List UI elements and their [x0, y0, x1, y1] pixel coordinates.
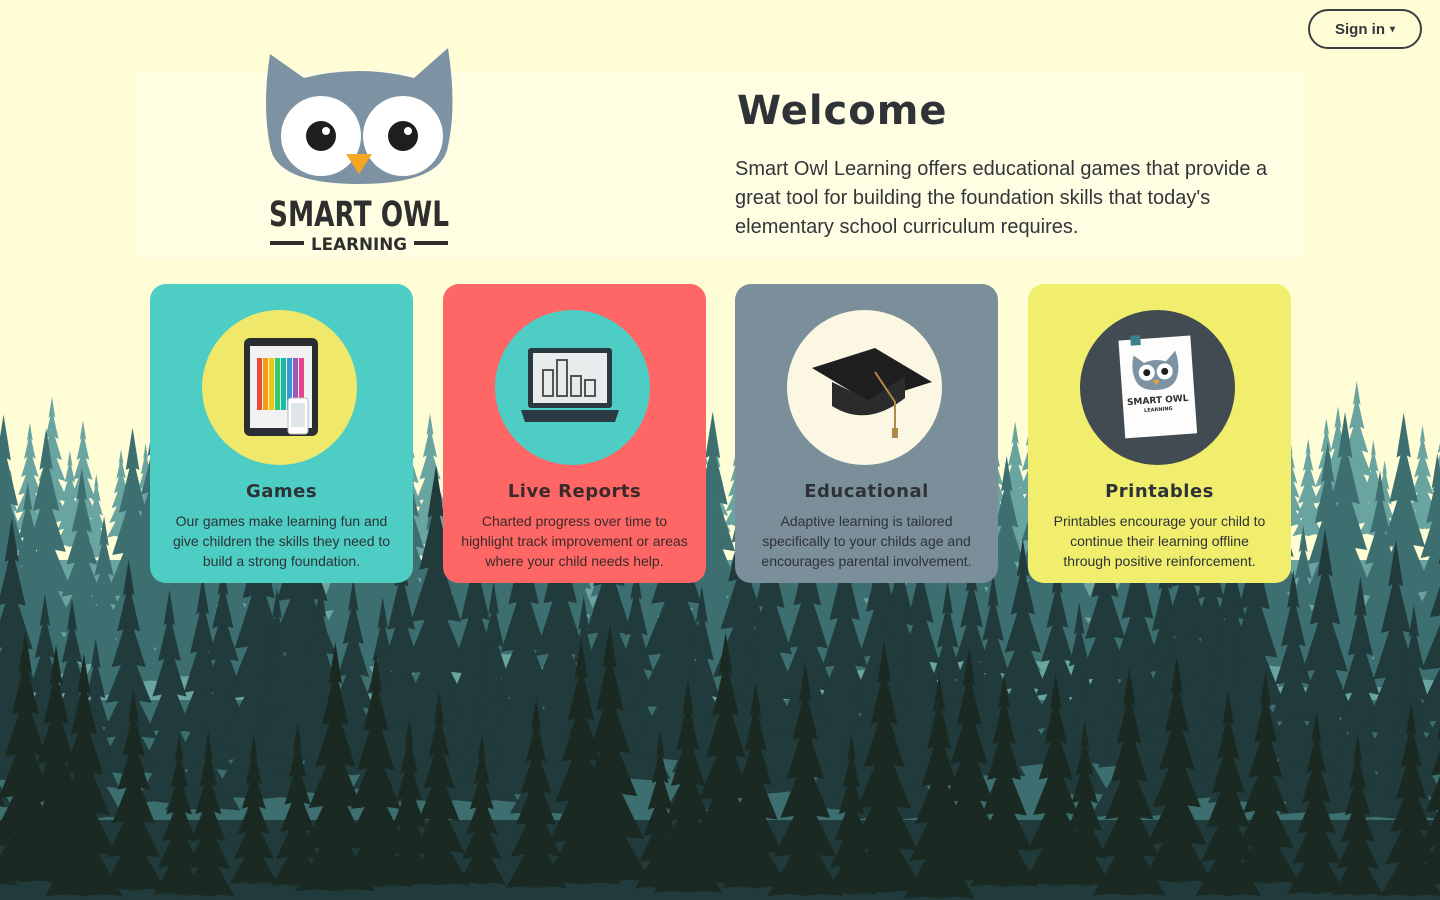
logo-subtitle: LEARNING [311, 235, 407, 255]
games-icon-circle [202, 310, 357, 465]
laptop-chart-icon [495, 310, 650, 465]
sign-in-button[interactable]: Sign in ▾ [1308, 9, 1422, 49]
logo-title: SMART OWL [269, 195, 449, 235]
card-title: Educational [804, 481, 929, 502]
games-card[interactable]: Games Our games make learning fun and gi… [150, 284, 413, 583]
owl-icon [266, 48, 453, 184]
printables-icon-circle: SMART OWL LEARNING [1080, 310, 1235, 465]
card-title: Live Reports [507, 481, 642, 502]
card-description: Charted progress over time to highlight … [461, 513, 688, 569]
educational-card[interactable]: Educational Adaptive learning is tailore… [735, 284, 998, 583]
graduation-cap-icon [787, 310, 942, 465]
educational-icon-circle [787, 310, 942, 465]
welcome-description: Smart Owl Learning offers educational ga… [735, 158, 1268, 238]
printables-card[interactable]: SMART OWL LEARNING Printables Printables… [1028, 284, 1291, 583]
chevron-down-icon: ▾ [1389, 23, 1396, 35]
card-description: Printables encourage your child to conti… [1053, 513, 1266, 569]
smart-owl-logo[interactable]: SMART OWL LEARNING [262, 46, 457, 258]
reports-icon-circle [495, 310, 650, 465]
card-description: Adaptive learning is tailored specifical… [761, 513, 972, 569]
card-description: Our games make learning fun and give chi… [172, 513, 391, 569]
printable-sheet-icon: SMART OWL LEARNING [1080, 310, 1235, 465]
card-title: Games [245, 481, 318, 502]
welcome-title: Welcome [737, 88, 948, 134]
live-reports-card[interactable]: Live Reports Charted progress over time … [443, 284, 706, 583]
tablet-pencils-icon [202, 310, 357, 465]
card-title: Printables [1105, 481, 1214, 502]
sign-in-label: Sign in [1334, 20, 1385, 38]
